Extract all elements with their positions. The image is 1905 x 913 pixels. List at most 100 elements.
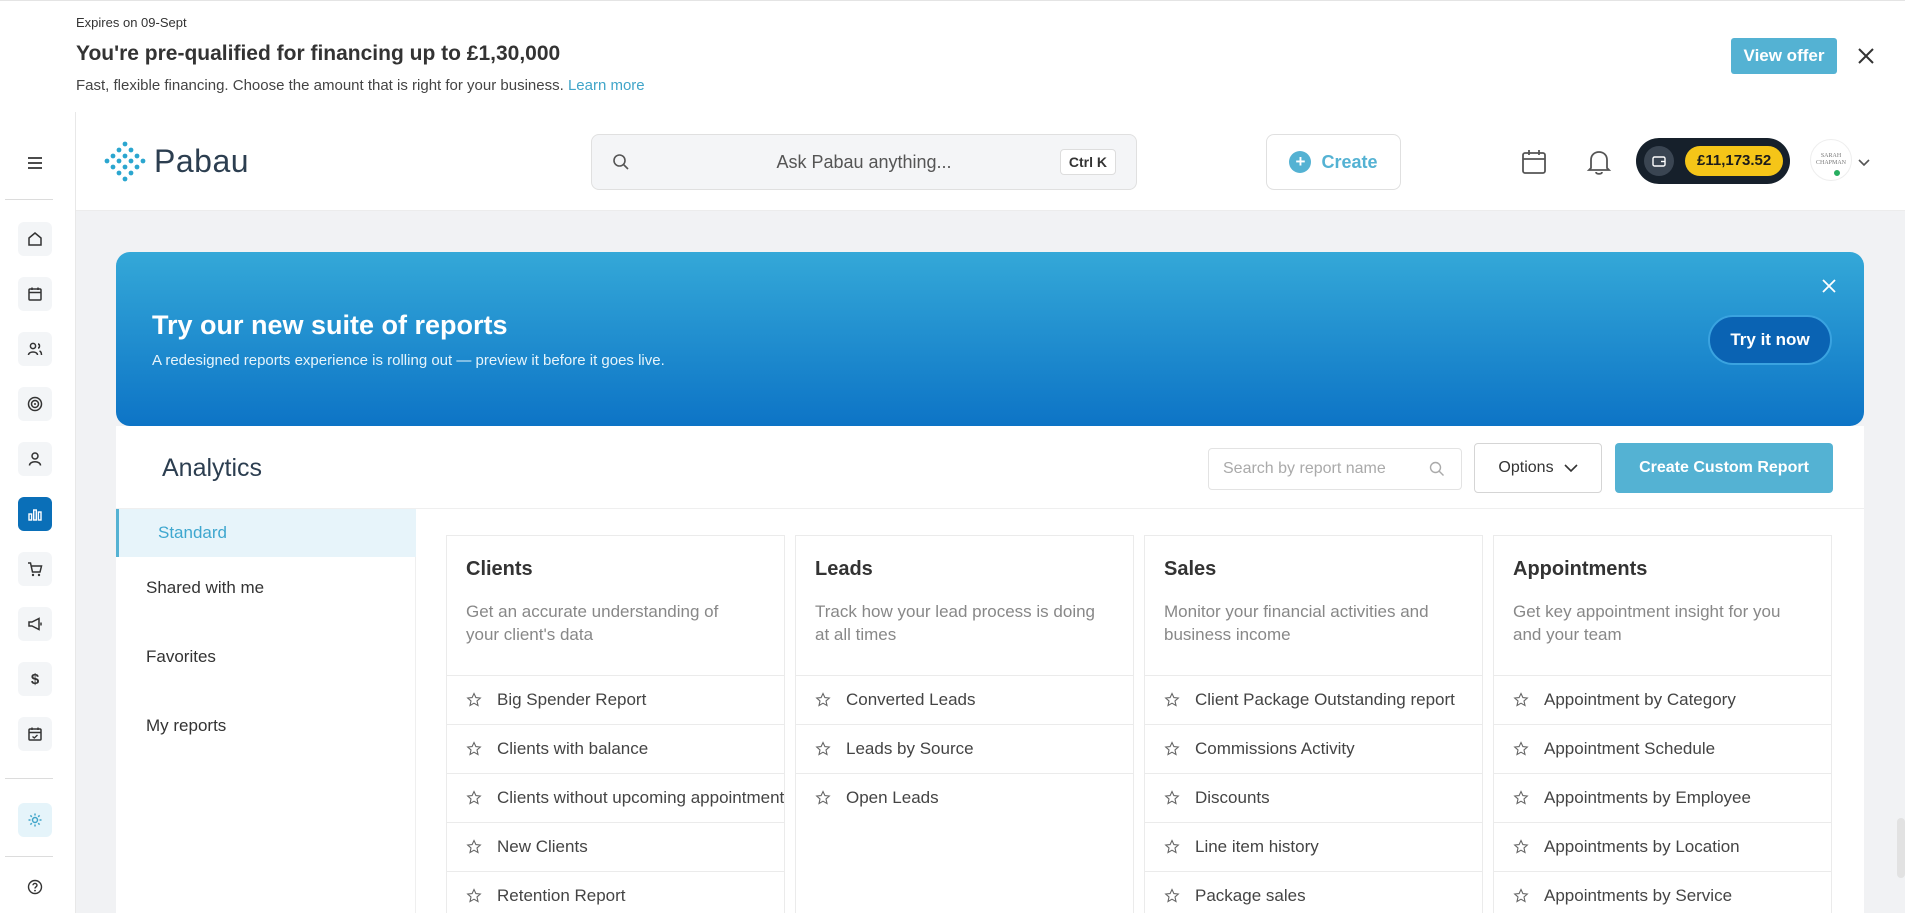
report-search-input[interactable]	[1209, 449, 1461, 489]
avatar-logo-text: SARAH CHAPMAN	[1815, 153, 1846, 166]
pabau-logo[interactable]: Pabau	[104, 140, 249, 182]
promo-title: Try our new suite of reports	[152, 310, 508, 340]
cart-icon[interactable]	[18, 552, 52, 586]
report-item[interactable]: Clients with balance	[447, 724, 784, 773]
report-item[interactable]: Appointments by Location	[1494, 822, 1831, 871]
menu-icon[interactable]	[22, 150, 48, 176]
home-icon[interactable]	[18, 222, 52, 256]
view-offer-button[interactable]: View offer	[1731, 38, 1837, 74]
search-icon	[1429, 461, 1445, 482]
ask-search-bar[interactable]: Ask Pabau anything... Ctrl K	[591, 134, 1137, 190]
report-item[interactable]: Appointment Schedule	[1494, 724, 1831, 773]
chevron-down-icon[interactable]	[1858, 154, 1870, 172]
promo-subtitle: A redesigned reports experience is rolli…	[152, 352, 665, 369]
create-label: Create	[1321, 151, 1378, 172]
calendar-icon[interactable]	[18, 277, 52, 311]
star-icon[interactable]	[815, 692, 831, 708]
star-icon[interactable]	[1164, 888, 1180, 904]
user-icon[interactable]	[18, 442, 52, 476]
analytics-icon[interactable]	[18, 497, 52, 531]
calendar-header-icon[interactable]	[1520, 148, 1548, 181]
report-item[interactable]: Client Package Outstanding report	[1145, 675, 1482, 724]
nav-standard[interactable]: Standard	[116, 509, 416, 557]
star-icon[interactable]	[1513, 888, 1529, 904]
star-icon[interactable]	[1164, 741, 1180, 757]
star-icon[interactable]	[815, 741, 831, 757]
star-icon[interactable]	[1164, 692, 1180, 708]
clients-icon[interactable]	[18, 332, 52, 366]
report-name: Appointments by Employee	[1544, 788, 1751, 807]
star-icon[interactable]	[815, 790, 831, 806]
promo-close-icon[interactable]	[1819, 276, 1839, 296]
report-name: Line item history	[1195, 837, 1319, 856]
report-item[interactable]: Leads by Source	[796, 724, 1133, 773]
star-icon[interactable]	[1164, 790, 1180, 806]
report-name: Big Spender Report	[497, 690, 647, 709]
report-item[interactable]: Discounts	[1145, 773, 1482, 822]
star-icon[interactable]	[1513, 839, 1529, 855]
dollar-icon[interactable]: $	[18, 662, 52, 696]
financing-title: You're pre-qualified for financing up to…	[76, 42, 561, 65]
reports-promo-banner: Try our new suite of reports A redesigne…	[116, 252, 1864, 426]
financing-expiry: Expires on 09-Sept	[76, 15, 187, 30]
online-status-dot	[1832, 168, 1842, 178]
report-item[interactable]: Appointment by Category	[1494, 675, 1831, 724]
page-scrollbar[interactable]	[1897, 818, 1905, 878]
report-item[interactable]: Retention Report	[447, 871, 784, 913]
try-it-now-button[interactable]: Try it now	[1708, 315, 1832, 365]
financing-banner: Expires on 09-Sept You're pre-qualified …	[0, 0, 1905, 112]
report-item[interactable]: Clients without upcoming appointments	[447, 773, 784, 822]
report-item[interactable]: Open Leads	[796, 773, 1133, 822]
report-item[interactable]: Commissions Activity	[1145, 724, 1482, 773]
star-icon[interactable]	[1513, 741, 1529, 757]
create-button[interactable]: + Create	[1266, 134, 1401, 190]
report-name: Appointments by Service	[1544, 886, 1733, 905]
svg-text:$: $	[31, 671, 40, 688]
report-item[interactable]: Line item history	[1145, 822, 1482, 871]
star-icon[interactable]	[466, 741, 482, 757]
card-description: Track how your lead process is doing at …	[815, 602, 1096, 644]
report-name: Retention Report	[497, 886, 626, 905]
schedule-icon[interactable]	[18, 717, 52, 751]
report-name: Appointment by Category	[1544, 690, 1736, 709]
report-list: Client Package Outstanding report Commis…	[1145, 675, 1482, 913]
star-icon[interactable]	[1513, 692, 1529, 708]
category-card-leads: Leads Track how your lead process is doi…	[795, 535, 1134, 913]
options-dropdown[interactable]: Options	[1474, 443, 1602, 493]
star-icon[interactable]	[466, 888, 482, 904]
star-icon[interactable]	[466, 839, 482, 855]
report-name: Clients with balance	[497, 739, 649, 758]
star-icon[interactable]	[466, 692, 482, 708]
megaphone-icon[interactable]	[18, 607, 52, 641]
star-icon[interactable]	[1513, 790, 1529, 806]
report-item[interactable]: Converted Leads	[796, 675, 1133, 724]
learn-more-link[interactable]: Learn more	[568, 77, 645, 94]
report-item[interactable]: Package sales	[1145, 871, 1482, 913]
report-search-field[interactable]	[1208, 448, 1462, 490]
help-icon[interactable]	[18, 870, 52, 904]
top-header: Pabau Ask Pabau anything... Ctrl K + Cre…	[76, 112, 1905, 211]
star-icon[interactable]	[466, 790, 482, 806]
report-name: New Clients	[497, 837, 588, 856]
financing-subtitle: Fast, flexible financing. Choose the amo…	[76, 77, 645, 94]
financing-close-icon[interactable]	[1855, 43, 1877, 69]
report-item[interactable]: Appointments by Employee	[1494, 773, 1831, 822]
nav-favorites[interactable]: Favorites	[116, 633, 416, 681]
pabau-logo-icon	[104, 141, 146, 182]
report-item[interactable]: Big Spender Report	[447, 675, 784, 724]
target-icon[interactable]	[18, 387, 52, 421]
create-custom-report-button[interactable]: Create Custom Report	[1615, 443, 1833, 493]
nav-shared-with-me[interactable]: Shared with me	[116, 564, 416, 612]
report-item[interactable]: Appointments by Service	[1494, 871, 1831, 913]
chevron-down-icon	[1563, 463, 1578, 472]
rail-divider	[5, 778, 53, 779]
nav-my-reports[interactable]: My reports	[116, 702, 416, 750]
avatar[interactable]: SARAH CHAPMAN	[1810, 139, 1852, 181]
card-description: Get key appointment insight for you and …	[1513, 602, 1781, 644]
card-description: Get an accurate understanding of your cl…	[466, 602, 719, 644]
bell-icon[interactable]	[1586, 148, 1612, 181]
report-item[interactable]: New Clients	[447, 822, 784, 871]
star-icon[interactable]	[1164, 839, 1180, 855]
settings-icon[interactable]	[18, 803, 52, 837]
wallet-balance-pill[interactable]: £11,173.52	[1636, 138, 1790, 184]
